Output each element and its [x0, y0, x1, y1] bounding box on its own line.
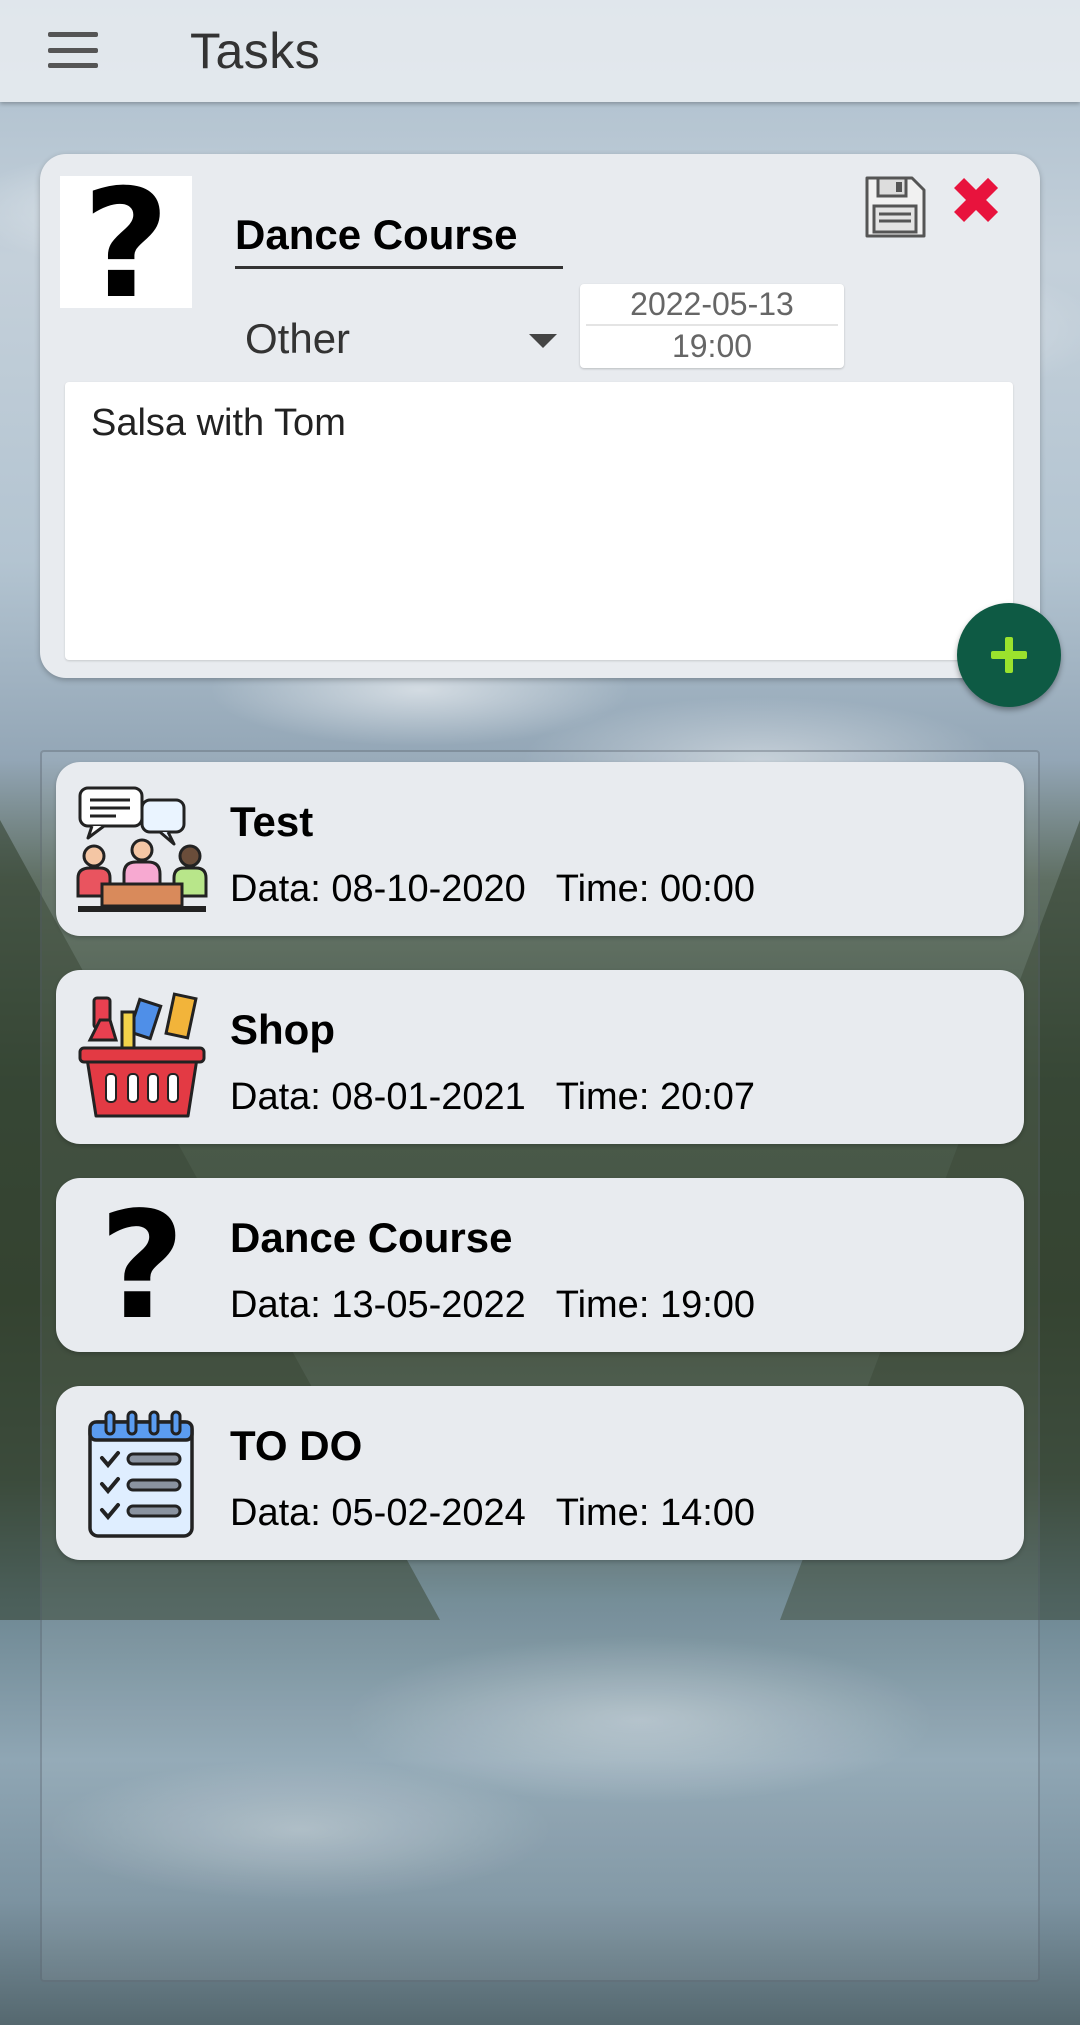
task-title: Shop — [230, 1006, 335, 1053]
task-title: Dance Course — [230, 1214, 513, 1261]
date-label: Data: — [230, 868, 321, 910]
question-mark-icon: ? — [99, 1180, 185, 1352]
task-date: 13-05-2022 — [331, 1284, 526, 1326]
category-dropdown[interactable]: Other — [245, 304, 565, 374]
task-list[interactable]: Test Data: 08-10-2020 Time: 00:00 Shop D… — [40, 750, 1040, 1982]
checklist-icon — [76, 1408, 208, 1540]
task-time: 14:00 — [659, 1492, 756, 1534]
task-time: 20:07 — [659, 1076, 756, 1118]
hamburger-menu-icon[interactable] — [48, 32, 98, 68]
task-editor-card: ? ✖ Other 2022-05-13 19:00 Salsa with To… — [40, 154, 1040, 678]
add-task-button[interactable] — [957, 603, 1061, 707]
date-label: Data: — [230, 1076, 321, 1118]
task-title: TO DO — [230, 1422, 363, 1469]
task-date: 08-10-2020 — [331, 868, 526, 910]
task-meta: Data: 13-05-2022 Time: 19:00 — [230, 1284, 755, 1327]
app-bar: Tasks — [0, 0, 1080, 102]
date-value: 2022-05-13 — [630, 286, 794, 322]
task-meta: Data: 08-10-2020 Time: 00:00 — [230, 868, 755, 911]
task-meta: Data: 08-01-2021 Time: 20:07 — [230, 1076, 755, 1119]
category-value: Other — [245, 315, 351, 362]
time-label: Time: — [555, 868, 650, 910]
chevron-down-icon — [529, 334, 557, 348]
task-item[interactable]: TO DO Data: 05-02-2024 Time: 14:00 — [56, 1386, 1024, 1560]
time-label: Time: — [555, 1284, 650, 1326]
date-time-picker[interactable]: 2022-05-13 19:00 — [580, 284, 844, 368]
task-note-textarea[interactable]: Salsa with Tom — [65, 382, 1013, 660]
shopping-basket-icon — [76, 992, 208, 1124]
time-label: Time: — [555, 1492, 650, 1534]
task-time: 19:00 — [659, 1284, 756, 1326]
date-label: Data: — [230, 1284, 321, 1326]
date-label: Data: — [230, 1492, 321, 1534]
close-icon[interactable]: ✖ — [946, 169, 1006, 235]
floppy-disk-icon[interactable] — [862, 174, 928, 240]
meeting-icon — [76, 784, 208, 916]
task-item[interactable]: Shop Data: 08-01-2021 Time: 20:07 — [56, 970, 1024, 1144]
time-label: Time: — [555, 1076, 650, 1118]
page-title: Tasks — [190, 23, 321, 79]
task-date: 05-02-2024 — [331, 1492, 526, 1534]
task-title: Test — [230, 798, 314, 845]
task-item[interactable]: ? Dance Course Data: 13-05-2022 Time: 19:… — [56, 1178, 1024, 1352]
question-mark-icon: ? — [82, 158, 170, 332]
task-image-picker[interactable]: ? — [60, 170, 192, 320]
task-item[interactable]: Test Data: 08-10-2020 Time: 00:00 — [56, 762, 1024, 936]
time-value: 19:00 — [671, 328, 753, 364]
task-time: 00:00 — [659, 868, 756, 910]
task-date: 08-01-2021 — [331, 1076, 526, 1118]
task-meta: Data: 05-02-2024 Time: 14:00 — [230, 1492, 755, 1535]
plus-icon — [991, 637, 1027, 673]
task-title-input[interactable] — [235, 204, 563, 269]
